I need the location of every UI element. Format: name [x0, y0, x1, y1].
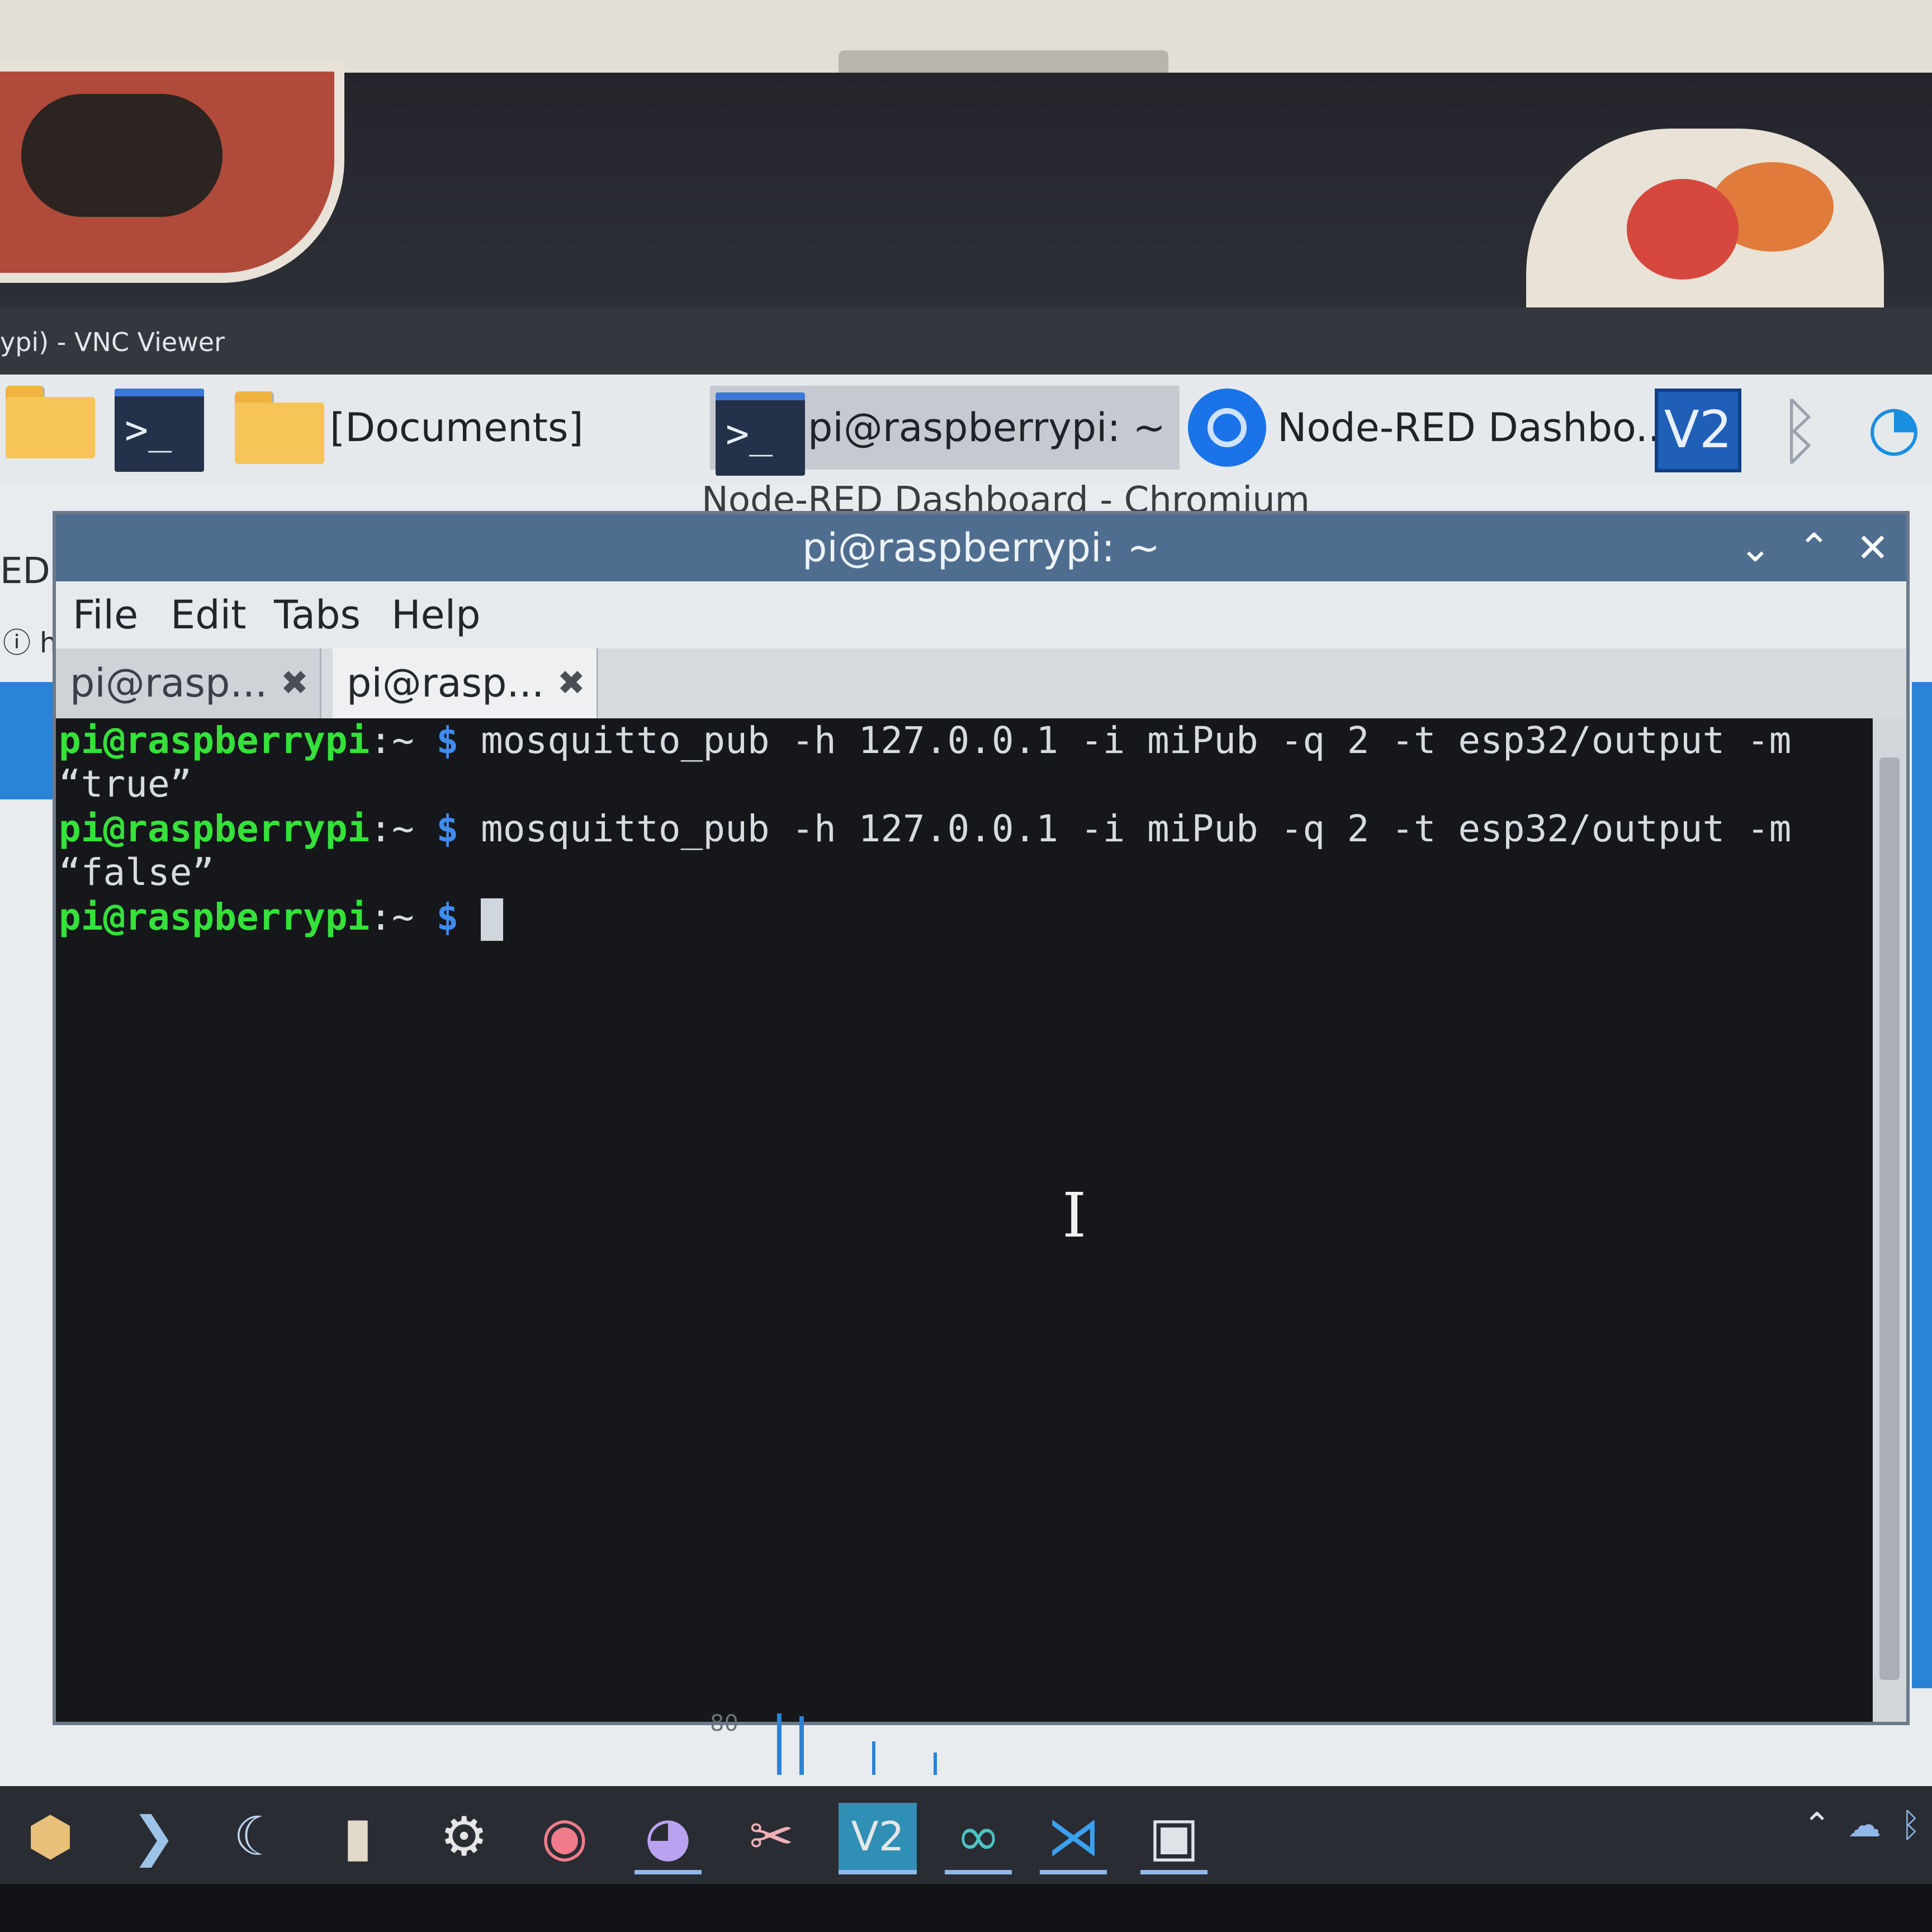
powershell-icon[interactable]: ❯: [120, 1803, 187, 1870]
file-manager-launcher[interactable]: [6, 386, 95, 458]
vscode-icon[interactable]: ⋊: [1040, 1803, 1107, 1874]
prompt-path: :~: [370, 719, 437, 762]
sticker-right-flower: [1627, 179, 1739, 280]
task-browser[interactable]: Node-RED Dashbo...: [1185, 386, 1673, 470]
terminal-line-continuation: “true”: [59, 763, 192, 806]
github-desktop-icon[interactable]: ◕: [634, 1803, 702, 1874]
chromium-icon: [1188, 389, 1266, 467]
task-documents[interactable]: [Documents]: [229, 386, 699, 470]
terminal-tab-2[interactable]: pi@rasp... ✖: [333, 648, 598, 718]
app-circle-icon[interactable]: ◉: [531, 1803, 598, 1870]
terminal-tab-1-label: pi@rasp...: [70, 660, 268, 706]
task-documents-label: [Documents]: [330, 405, 584, 451]
command-text: mosquitto_pub -h 127.0.0.1 -i miPub -q 2…: [458, 807, 1792, 850]
terminal-tab-2-label: pi@rasp...: [347, 660, 544, 706]
sticker-left: [0, 61, 344, 283]
maximize-button[interactable]: ⌃: [1783, 514, 1845, 581]
background-info-text: h: [39, 627, 58, 659]
command-text: mosquitto_pub -h 127.0.0.1 -i miPub -q 2…: [458, 719, 1792, 762]
folder-icon: [6, 397, 95, 458]
background-chart-tick: 80: [710, 1711, 738, 1736]
vnc-icon[interactable]: V2: [1655, 389, 1741, 472]
app-feather-icon[interactable]: ☾: [224, 1803, 291, 1870]
desk-edge: [0, 1884, 1932, 1932]
sticker-left-art: [21, 94, 222, 217]
prompt-path: :~: [370, 896, 437, 939]
terminal-line: pi@raspberrypi:~ $ mosquitto_pub -h 127.…: [59, 718, 1791, 763]
prompt-path: :~: [370, 807, 437, 850]
prompt-user: pi@raspberrypi: [59, 896, 370, 939]
vnc-title-bar[interactable]: [0, 307, 1932, 375]
wifi-icon[interactable]: ◔: [1867, 391, 1921, 463]
app-blocks-icon[interactable]: ▣: [1140, 1803, 1208, 1874]
terminal-tab-1[interactable]: pi@rasp... ✖: [56, 648, 321, 718]
close-button[interactable]: ✕: [1842, 514, 1903, 581]
terminal-tabbar: pi@rasp... ✖ pi@rasp... ✖: [56, 648, 1906, 718]
chromium-window-title: Node-RED Dashboard - Chromium: [702, 480, 1310, 512]
tray-overflow-icon[interactable]: ⌃: [1803, 1806, 1831, 1845]
background-chart-bar: [799, 1716, 804, 1775]
task-terminal[interactable]: >_ pi@raspberrypi: ~: [710, 386, 1180, 476]
background-window-strip: [0, 682, 56, 799]
task-browser-label: Node-RED Dashbo...: [1277, 405, 1673, 451]
vnc-window-title: ypi) - VNC Viewer: [0, 327, 225, 357]
arduino-icon[interactable]: ∞: [945, 1803, 1012, 1874]
bezel-ridge: [839, 50, 1168, 73]
terminal-window: pi@raspberrypi: ~ ⌄ ⌃ ✕ File Edit Tabs H…: [56, 514, 1906, 1722]
background-window-strip-right: [1912, 682, 1932, 1688]
terminal-icon: >_: [716, 392, 805, 476]
prompt-user: pi@raspberrypi: [59, 719, 370, 762]
task-terminal-label: pi@raspberrypi: ~: [808, 405, 1166, 451]
prompt-user: pi@raspberrypi: [59, 807, 370, 850]
tray-bluetooth-icon[interactable]: ᛒ: [1901, 1806, 1921, 1845]
background-info-fragment: ⓘ h: [3, 627, 58, 659]
prompt-symbol: $: [436, 719, 459, 762]
mouse-ibeam-cursor: I: [1062, 1180, 1087, 1251]
terminal-current-prompt: pi@raspberrypi:~ $: [59, 895, 504, 941]
tab-close-icon[interactable]: ✖: [557, 648, 585, 718]
chromium-icon-ring: [1208, 408, 1247, 447]
settings-gear-icon[interactable]: ⚙: [430, 1803, 498, 1870]
terminal-scrollbar[interactable]: [1873, 718, 1906, 1722]
terminal-launcher-icon[interactable]: >_: [115, 389, 204, 472]
menu-edit[interactable]: Edit: [171, 581, 247, 648]
prompt-symbol: $: [436, 807, 459, 850]
background-chart-bar: [872, 1741, 875, 1775]
app-jar-icon[interactable]: ▮: [324, 1803, 391, 1870]
menu-tabs[interactable]: Tabs: [274, 581, 361, 648]
tab-close-icon[interactable]: ✖: [281, 648, 309, 718]
menu-help[interactable]: Help: [391, 581, 481, 648]
text-cursor: [481, 898, 504, 941]
vnc-viewer-taskbar-icon[interactable]: V2: [839, 1803, 917, 1874]
terminal-line-continuation: “false”: [59, 851, 215, 894]
terminal-menubar: File Edit Tabs Help: [56, 581, 1906, 648]
prompt-symbol: $: [436, 896, 459, 939]
background-window-fragment: ED: [0, 551, 50, 592]
app-cube-icon[interactable]: ⬢: [17, 1803, 84, 1870]
folder-icon: [235, 391, 324, 464]
background-chart-bar: [934, 1753, 937, 1775]
terminal-output[interactable]: pi@raspberrypi:~ $ mosquitto_pub -h 127.…: [56, 718, 1873, 1722]
tray-network-icon[interactable]: ☁: [1848, 1806, 1881, 1845]
minimize-button[interactable]: ⌄: [1725, 514, 1786, 581]
terminal-title-bar[interactable]: pi@raspberrypi: ~: [56, 514, 1906, 581]
menu-file[interactable]: File: [73, 581, 138, 648]
terminal-line: pi@raspberrypi:~ $ mosquitto_pub -h 127.…: [59, 807, 1791, 851]
app-snip-icon[interactable]: ✂: [738, 1803, 805, 1870]
scrollbar-thumb[interactable]: [1879, 757, 1900, 1680]
folder-icon-body: [235, 402, 324, 464]
background-chart-bar: [777, 1713, 782, 1775]
bluetooth-icon[interactable]: ᛒ: [1778, 389, 1821, 473]
